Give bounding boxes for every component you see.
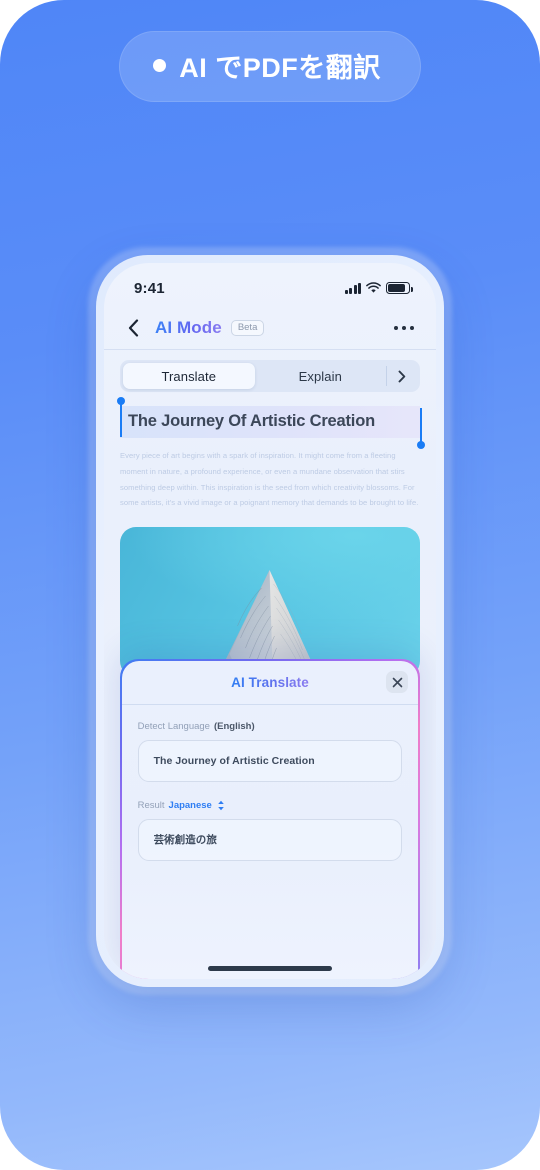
result-label-prefix: Result <box>137 799 165 811</box>
mode-tabs: Translate Explain <box>120 360 420 392</box>
promo-badge-container: AI でPDFを翻訳 <box>0 31 540 102</box>
source-language-prefix: Detect Language <box>137 720 210 732</box>
close-icon[interactable] <box>386 671 409 694</box>
document-paragraph: Every piece of art begins with a spark o… <box>120 450 419 508</box>
modal-header: AI Translate <box>121 661 419 705</box>
selection-handle-left[interactable] <box>117 397 125 437</box>
modal-inner: AI Translate Detect Language (English) T… <box>121 660 419 979</box>
battery-icon <box>386 282 413 294</box>
cellular-signal-icon <box>344 282 361 294</box>
beta-badge: Beta <box>230 319 265 337</box>
document-title-selection[interactable]: The Journey Of Artistic Creation <box>117 397 425 449</box>
document-content: The Journey Of Artistic Creation Every p… <box>104 397 436 511</box>
dot-icon <box>153 59 167 72</box>
tab-translate[interactable]: Translate <box>123 363 255 389</box>
chevron-left-icon[interactable] <box>120 315 146 341</box>
result-language-value[interactable]: Japanese <box>169 800 212 811</box>
modal-body: Detect Language (English) The Journey of… <box>122 705 419 861</box>
status-time: 9:41 <box>134 279 165 297</box>
source-text: The Journey of Artistic Creation <box>153 754 315 767</box>
promo-canvas: AI でPDFを翻訳 9:41 AI Mode Beta Translate E… <box>0 0 540 1170</box>
wifi-icon <box>366 282 381 294</box>
more-horizontal-icon[interactable] <box>393 320 414 337</box>
page-title: AI Mode <box>155 318 222 337</box>
up-down-chevron-icon[interactable] <box>217 800 225 811</box>
phone-screen: 9:41 AI Mode Beta Translate Explain The … <box>104 263 436 979</box>
document-title: The Journey Of Artistic Creation <box>128 412 375 430</box>
status-icons <box>344 282 413 294</box>
status-bar: 9:41 <box>104 263 436 307</box>
ai-translate-modal: AI Translate Detect Language (English) T… <box>120 659 420 979</box>
result-text-box[interactable]: 芸術創造の旅 <box>137 818 403 861</box>
nav-divider <box>104 349 436 350</box>
result-language-label: Result Japanese <box>138 800 403 811</box>
phone-frame: 9:41 AI Mode Beta Translate Explain The … <box>96 255 444 987</box>
tab-explain[interactable]: Explain <box>255 363 387 389</box>
result-text: 芸術創造の旅 <box>153 834 217 847</box>
source-language-value: (English) <box>213 720 255 732</box>
promo-badge: AI でPDFを翻訳 <box>119 31 421 102</box>
source-language-label: Detect Language (English) <box>138 721 403 732</box>
selection-handle-right[interactable] <box>417 408 425 449</box>
modal-title: AI Translate <box>231 674 309 690</box>
promo-badge-label: AI でPDFを翻訳 <box>179 53 381 83</box>
document-image <box>120 527 420 678</box>
source-text-box[interactable]: The Journey of Artistic Creation <box>137 739 403 782</box>
nav-bar: AI Mode Beta <box>104 307 436 349</box>
chevron-right-icon[interactable] <box>386 366 417 386</box>
home-indicator[interactable] <box>208 966 332 971</box>
